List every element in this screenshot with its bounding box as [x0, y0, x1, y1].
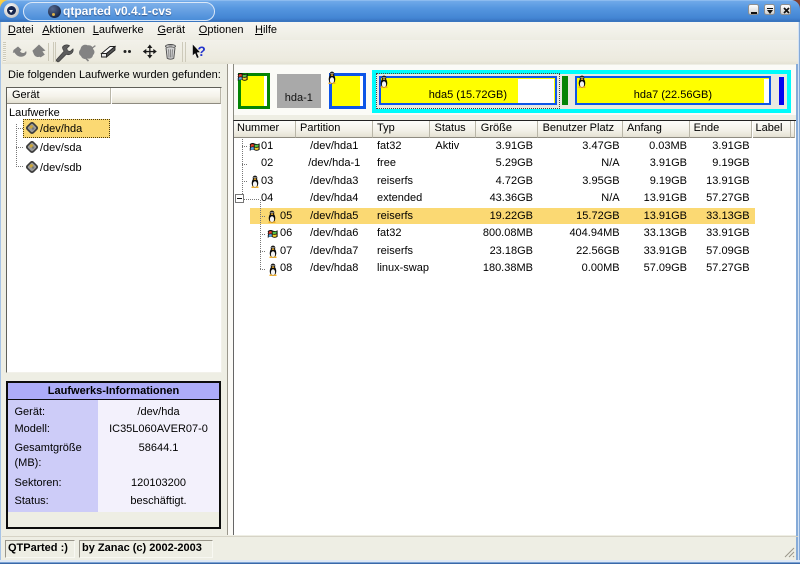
svg-text:?: ?: [198, 44, 206, 59]
